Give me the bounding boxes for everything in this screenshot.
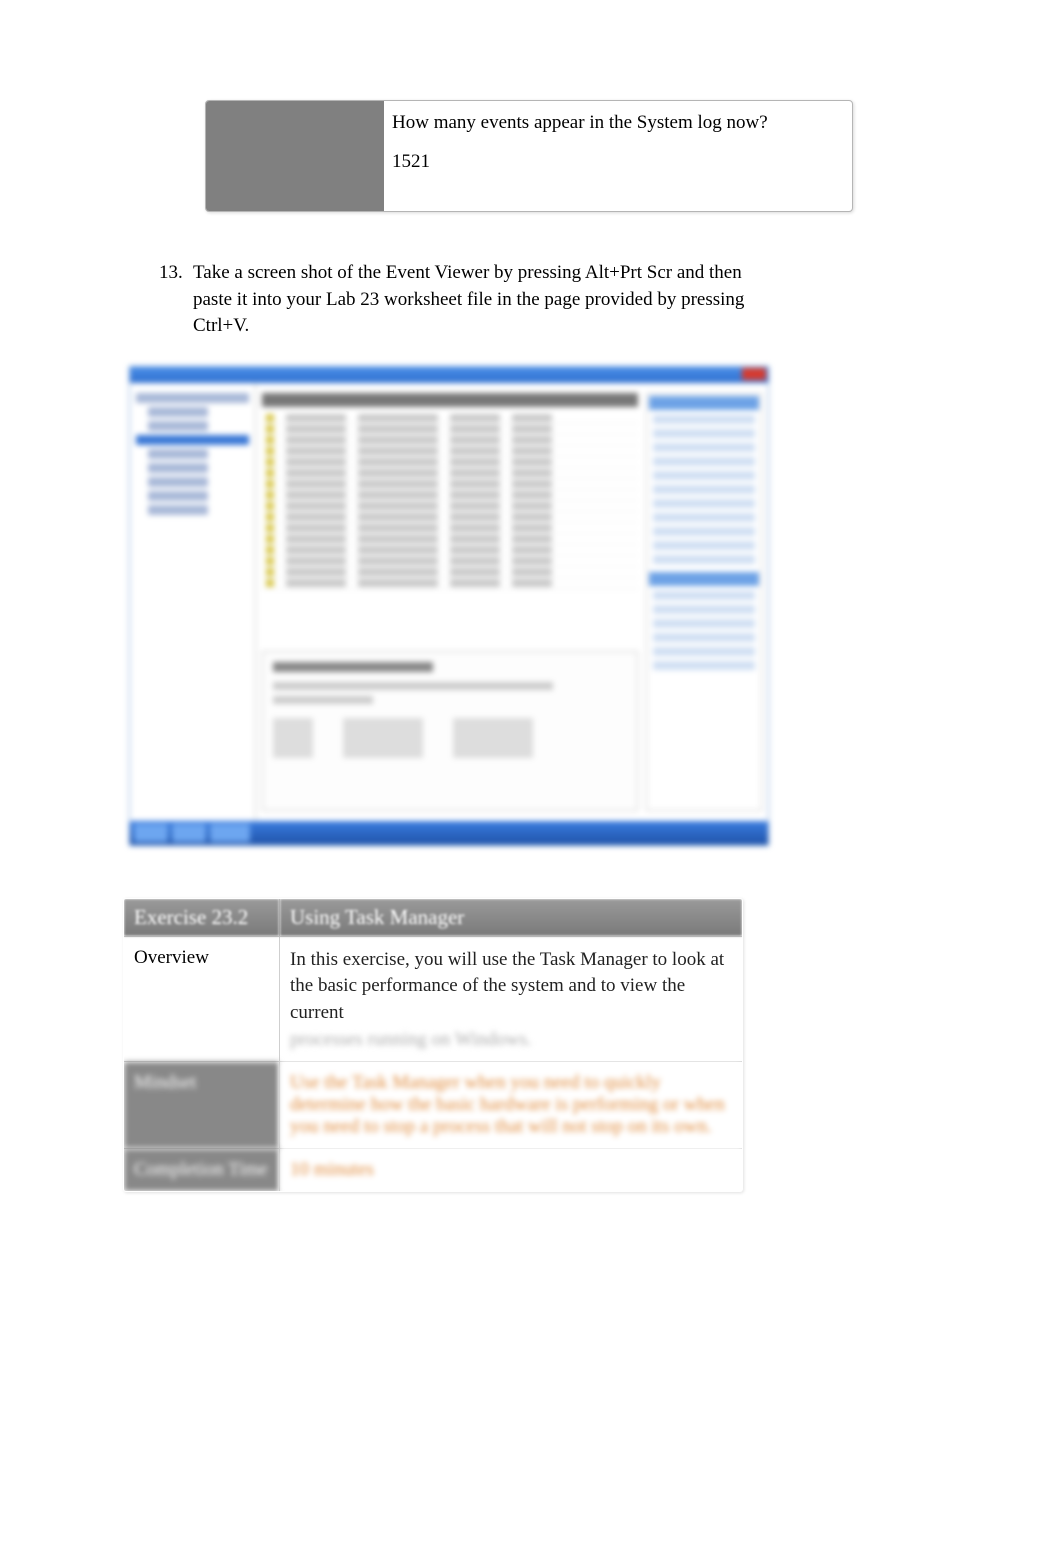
navigation-tree xyxy=(130,383,256,821)
window-body xyxy=(130,383,768,821)
answer-text: 1521 xyxy=(392,148,840,177)
exercise-title: Using Task Manager xyxy=(280,898,743,936)
completion-time-value: 10 minutes xyxy=(280,1148,743,1191)
overview-content: In this exercise, you will use the Task … xyxy=(280,936,743,1061)
exercise-header-row: Exercise 23.2 Using Task Manager xyxy=(124,898,743,936)
overview-label: Overview xyxy=(124,936,280,1061)
step-text-part1: Take a screen shot of the Event Viewer b… xyxy=(193,262,585,283)
question-text: How many events appear in the System log… xyxy=(392,109,840,138)
event-list xyxy=(262,413,638,641)
main-pane xyxy=(256,383,768,821)
overview-row: Overview In this exercise, you will use … xyxy=(124,936,743,1061)
list-header xyxy=(262,393,638,407)
mindset-row: Mindset Use the Task Manager when you ne… xyxy=(124,1061,743,1148)
mindset-label: Mindset xyxy=(124,1061,280,1148)
instruction-step: 13. Take a screen shot of the Event View… xyxy=(159,260,947,340)
exercise-number: Exercise 23.2 xyxy=(124,898,280,936)
event-viewer-screenshot xyxy=(129,366,769,846)
close-icon xyxy=(742,368,766,380)
taskbar xyxy=(130,821,768,845)
keyboard-shortcut-1: Alt+Prt Scr xyxy=(585,262,672,283)
detail-pane xyxy=(262,651,638,811)
completion-time-label: Completion Time xyxy=(124,1148,280,1191)
overview-text-blurred: processes running on Windows. xyxy=(290,1029,732,1051)
window-titlebar xyxy=(130,367,768,383)
question-answer-column: How many events appear in the System log… xyxy=(384,101,852,211)
exercise-table: Exercise 23.2 Using Task Manager Overvie… xyxy=(123,898,743,1192)
completion-time-row: Completion Time 10 minutes xyxy=(124,1148,743,1191)
step-text: Take a screen shot of the Event Viewer b… xyxy=(193,260,753,340)
overview-text: In this exercise, you will use the Task … xyxy=(290,949,724,1023)
question-label-column xyxy=(206,101,384,211)
step-number: 13. xyxy=(159,260,193,340)
actions-pane xyxy=(646,393,762,811)
question-answer-box: How many events appear in the System log… xyxy=(205,100,853,212)
mindset-text: Use the Task Manager when you need to qu… xyxy=(280,1061,743,1148)
